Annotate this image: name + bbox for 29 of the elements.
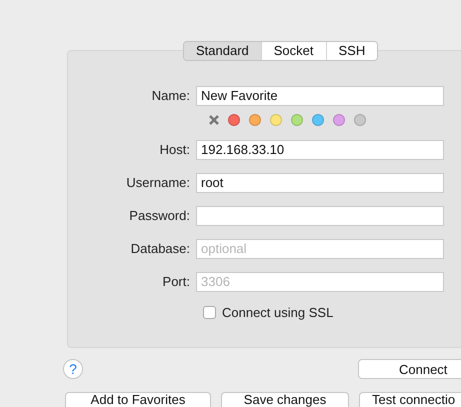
field-label: Password: (128, 208, 191, 223)
input-field[interactable]: root (196, 172, 444, 192)
action-button[interactable]: Add to Favorites (65, 392, 211, 407)
color-swatch[interactable] (354, 114, 366, 126)
color-swatch[interactable] (333, 114, 345, 126)
color-swatch[interactable] (291, 114, 303, 126)
color-swatch[interactable] (270, 114, 282, 126)
tab[interactable]: Standard (184, 42, 261, 60)
field-label: Host: (158, 142, 191, 157)
connect-button[interactable]: Connect (358, 359, 461, 379)
input-field[interactable]: optional (196, 238, 444, 258)
action-button[interactable]: Save changes (221, 392, 349, 407)
help-button[interactable]: ? (63, 359, 83, 379)
action-button[interactable]: Test connectio (359, 392, 461, 407)
input-field[interactable]: New Favorite (196, 86, 444, 106)
field-label: Database: (130, 241, 191, 256)
color-swatch[interactable] (249, 114, 261, 126)
color-swatch[interactable] (228, 114, 240, 126)
checkbox[interactable] (203, 306, 216, 318)
input-field[interactable] (196, 206, 444, 226)
checkbox-label: Connect using SSL (222, 304, 334, 320)
color-swatch[interactable] (312, 114, 324, 126)
tab[interactable]: SSH (326, 42, 378, 60)
input-field[interactable]: 3306 (196, 272, 444, 292)
input-field[interactable]: 192.168.33.10 (196, 140, 444, 160)
field-label: Username: (125, 175, 191, 190)
clear-color-icon[interactable] (209, 115, 219, 125)
field-label: Name: (150, 88, 191, 103)
field-label: Port: (162, 274, 191, 289)
